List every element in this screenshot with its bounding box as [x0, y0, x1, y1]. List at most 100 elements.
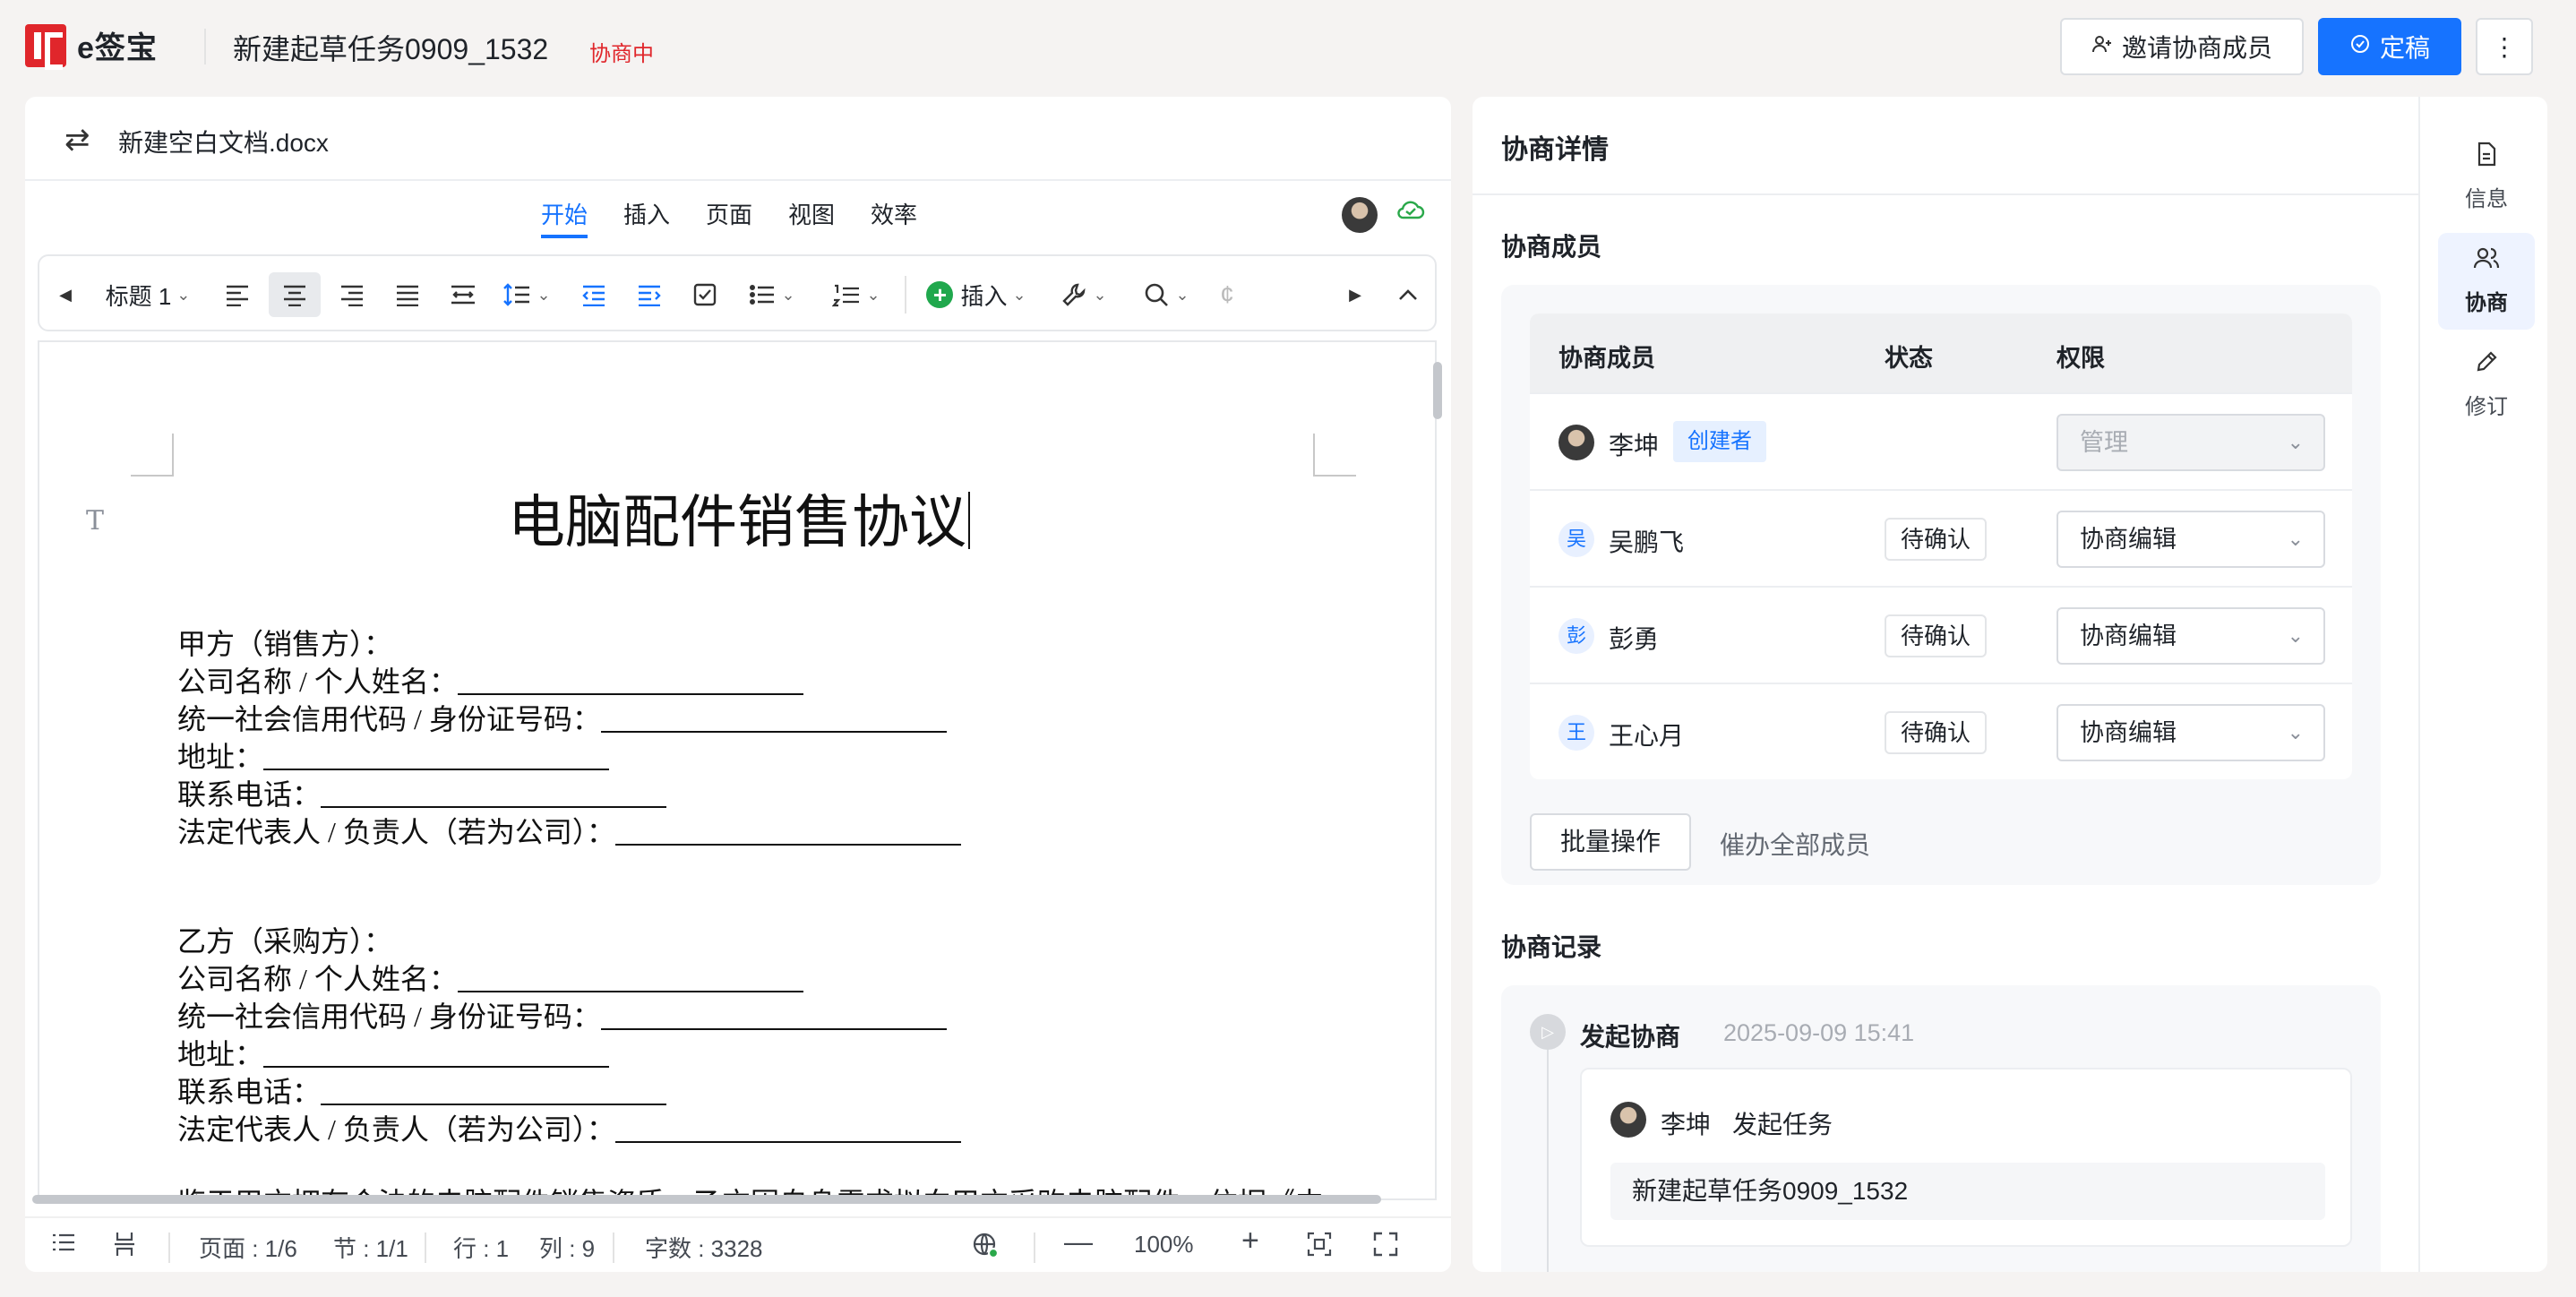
tab-home[interactable]: 开始: [541, 197, 588, 238]
records-card: ▷ 发起协商 2025-09-09 15:41 李坤 发起任务 新建起草任务09…: [1501, 985, 2381, 1272]
page-corner-mark: [131, 434, 174, 477]
invite-members-button[interactable]: 邀请协商成员: [2060, 18, 2304, 75]
logo-mark-icon: [25, 23, 66, 70]
column-header-permission: 权限: [2057, 345, 2105, 372]
document-body[interactable]: 甲方（销售方）： 公司名称 / 个人姓名： 统一社会信用代码 / 身份证号码： …: [177, 625, 961, 1148]
logo-text: e签宝: [77, 31, 158, 65]
formatting-toolbar: ◀ 标题 1 ⌄ ⌄ ⌄ ⌄ + 插入 ⌄ ⌄ ⌄ ¢ ▶: [38, 254, 1437, 331]
distribute-icon[interactable]: [439, 272, 487, 317]
member-name: 彭勇: [1609, 625, 1660, 653]
document-title[interactable]: 电脑配件销售协议: [39, 477, 1435, 559]
vertical-scrollbar[interactable]: [1433, 362, 1442, 419]
ribbon-tabs: 开始 插入 页面 视图 效率: [25, 197, 1451, 240]
permission-select[interactable]: 协商编辑 ⌄: [2057, 704, 2325, 761]
more-options-button[interactable]: ⋮: [2476, 18, 2533, 75]
tab-view[interactable]: 视图: [788, 197, 835, 238]
chevron-down-icon: ⌄: [2287, 431, 2304, 453]
collapse-toolbar-icon[interactable]: [1390, 272, 1426, 317]
align-justify-icon[interactable]: [383, 272, 432, 317]
horizontal-scrollbar[interactable]: [32, 1195, 1381, 1204]
document-page[interactable]: T 电脑配件销售协议 甲方（销售方）： 公司名称 / 个人姓名： 统一社会信用代…: [38, 340, 1437, 1200]
chevron-down-icon: ⌄: [2287, 721, 2304, 743]
task-title: 新建起草任务0909_1532: [233, 33, 549, 65]
zoom-level[interactable]: 100%: [1134, 1231, 1194, 1258]
cloud-saved-icon: [1395, 197, 1426, 228]
avatar: [1610, 1102, 1646, 1138]
invite-members-label: 邀请协商成员: [2121, 34, 2272, 62]
align-right-icon[interactable]: [328, 272, 376, 317]
party-a-line: 联系电话：: [177, 776, 961, 813]
language-globe-icon[interactable]: [971, 1231, 1000, 1266]
editor-status-bar: 页面 : 1/6 节 : 1/1 行 : 1 列 : 9 字数 : 3328 —…: [25, 1216, 1451, 1272]
tools-wrench-icon[interactable]: ⌄: [1048, 272, 1120, 317]
record-content: 新建起草任务0909_1532: [1610, 1163, 2325, 1220]
insert-button-label: 插入: [960, 282, 1008, 310]
members-card: 协商成员 状态 权限 李坤 创建者 管理 ⌄ 吴 吴鹏飞 待确认 协商编辑 ⌄ …: [1501, 285, 2381, 885]
party-b-line: 联系电话：: [177, 1073, 961, 1111]
members-table-header: 协商成员 状态 权限: [1530, 314, 2352, 392]
esign-logo[interactable]: e签宝: [25, 23, 158, 70]
records-section-label: 协商记录: [1501, 933, 1602, 961]
finalize-button[interactable]: 定稿: [2318, 18, 2461, 75]
side-nav-info[interactable]: 信息: [2438, 129, 2535, 226]
permission-select[interactable]: 协商编辑 ⌄: [2057, 511, 2325, 568]
finalize-label: 定稿: [2379, 34, 2430, 62]
numbered-list-icon[interactable]: ⌄: [819, 272, 894, 317]
party-b-line: 地址：: [177, 1035, 961, 1073]
side-nav-negotiation-label: 协商: [2465, 291, 2508, 315]
align-center-icon[interactable]: [269, 272, 321, 317]
member-row: 吴 吴鹏飞 待确认 协商编辑 ⌄: [1530, 489, 2352, 586]
page-indicator: 页面 : 1/6: [199, 1235, 297, 1262]
current-user-avatar[interactable]: [1342, 197, 1378, 233]
member-row: 王 王心月 待确认 协商编辑 ⌄: [1530, 683, 2352, 779]
search-icon[interactable]: ⌄: [1130, 272, 1202, 317]
switch-file-icon[interactable]: ⇄: [64, 122, 90, 158]
file-name: 新建空白文档.docx: [118, 129, 329, 157]
row-indicator: 行 : 1: [453, 1235, 510, 1262]
align-left-icon[interactable]: [213, 272, 262, 317]
record-title: 发起协商: [1580, 1023, 1681, 1051]
heading-style-select[interactable]: 标题 1 ⌄: [90, 272, 206, 317]
party-a-line: 地址：: [177, 738, 961, 776]
tab-insert[interactable]: 插入: [623, 197, 670, 238]
permission-select[interactable]: 协商编辑 ⌄: [2057, 607, 2325, 665]
text-caret: [968, 492, 970, 549]
permission-value: 协商编辑: [2080, 623, 2177, 649]
file-bar: ⇄ 新建空白文档.docx: [25, 97, 1451, 181]
column-header-status: 状态: [1885, 345, 1933, 372]
record-action: 发起任务: [1732, 1111, 1833, 1138]
avatar: 吴: [1558, 521, 1594, 557]
format-painter-icon[interactable]: ¢: [1209, 272, 1245, 317]
toolbar-scroll-right-icon[interactable]: ▶: [1340, 272, 1370, 317]
zoom-out-icon[interactable]: —: [1064, 1225, 1093, 1258]
record-detail: 李坤 发起任务 新建起草任务0909_1532: [1580, 1068, 2352, 1247]
side-nav: 信息 协商 修订: [2420, 97, 2547, 1272]
party-b-line: 法定代表人 / 负责人（若为公司）：: [177, 1111, 961, 1148]
fullscreen-icon[interactable]: [1372, 1231, 1399, 1264]
page-break-icon[interactable]: [113, 1231, 136, 1264]
panel-divider: [1473, 193, 2420, 195]
avatar: [1558, 425, 1594, 460]
bullet-list-icon[interactable]: ⌄: [736, 272, 808, 317]
fit-width-icon[interactable]: [1306, 1231, 1333, 1264]
batch-operation-button[interactable]: 批量操作: [1530, 813, 1691, 871]
tab-efficiency[interactable]: 效率: [871, 197, 917, 238]
outline-icon[interactable]: [50, 1231, 77, 1260]
tab-page[interactable]: 页面: [706, 197, 752, 238]
decrease-indent-icon[interactable]: [570, 272, 618, 317]
party-b-line: 公司名称 / 个人姓名：: [177, 960, 961, 998]
users-icon: [2438, 245, 2535, 278]
members-table: 协商成员 状态 权限 李坤 创建者 管理 ⌄ 吴 吴鹏飞 待确认 协商编辑 ⌄ …: [1530, 314, 2352, 779]
side-nav-negotiation[interactable]: 协商: [2438, 233, 2535, 330]
permission-value: 管理: [2080, 429, 2128, 456]
insert-button[interactable]: + 插入 ⌄: [914, 272, 1039, 317]
increase-indent-icon[interactable]: [625, 272, 674, 317]
checkbox-icon[interactable]: [681, 272, 729, 317]
urge-all-members-link[interactable]: 催办全部成员: [1720, 826, 1870, 862]
document-icon: [2438, 142, 2535, 174]
app-header: e签宝 新建起草任务0909_1532 协商中 邀请协商成员 定稿 ⋮: [0, 0, 2576, 93]
line-spacing-icon[interactable]: ⌄: [494, 272, 559, 317]
zoom-in-icon[interactable]: +: [1241, 1224, 1259, 1258]
side-nav-revision[interactable]: 修订: [2438, 337, 2535, 434]
toolbar-scroll-left-icon[interactable]: ◀: [52, 272, 79, 317]
